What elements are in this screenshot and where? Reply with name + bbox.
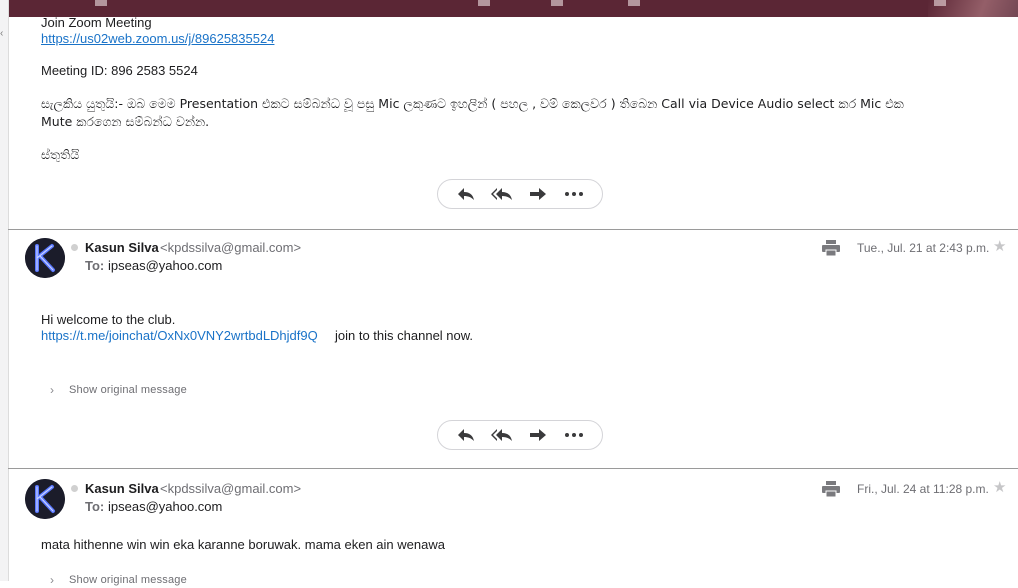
decorative-swoosh — [928, 0, 1018, 17]
more-icon — [565, 433, 583, 437]
show-original-message-link[interactable]: Show original message — [69, 384, 187, 396]
message-body-after-link: join to this channel now. — [335, 328, 474, 343]
more-button[interactable] — [560, 182, 588, 206]
message-date: Tue., Jul. 21 at 2:43 p.m. — [857, 241, 990, 255]
forward-icon — [530, 429, 546, 441]
toolbar-icon[interactable] — [478, 0, 490, 6]
message-divider — [8, 229, 1018, 230]
message-action-bar — [437, 420, 603, 450]
avatar-k-logo — [25, 479, 65, 519]
forward-icon — [530, 188, 546, 200]
reply-all-icon — [491, 429, 512, 441]
chevron-right-icon[interactable]: › — [50, 382, 54, 398]
sender-email[interactable]: <kpdssilva@gmail.com> — [160, 481, 301, 496]
thanks-text: ස්තුතියි — [41, 147, 80, 162]
notice-line-2: Mute කරගෙන සම්බන්ධ වන්න. — [41, 114, 210, 129]
join-zoom-text: Join Zoom Meeting — [41, 15, 152, 30]
chevron-left-icon[interactable]: ‹ — [0, 28, 3, 39]
left-pane-edge: ‹ — [0, 0, 9, 581]
reply-button[interactable] — [452, 182, 480, 206]
print-icon[interactable] — [822, 481, 840, 502]
toolbar-icon[interactable] — [551, 0, 563, 6]
chevron-right-icon[interactable]: › — [50, 572, 54, 588]
reply-all-button[interactable] — [488, 423, 516, 447]
to-label: To: — [85, 258, 105, 273]
show-original-message-link[interactable]: Show original message — [69, 574, 187, 586]
reply-icon — [458, 188, 474, 200]
toolbar-icon[interactable] — [95, 0, 107, 6]
message-body-line: mata hithenne win win eka karanne boruwa… — [41, 537, 445, 552]
reply-icon — [458, 429, 474, 441]
forward-button[interactable] — [524, 423, 552, 447]
status-dot — [71, 485, 78, 492]
avatar-k-logo — [25, 238, 65, 278]
message-body-line: Hi welcome to the club. — [41, 312, 176, 327]
top-toolbar — [0, 0, 1018, 17]
toolbar-icon[interactable] — [628, 0, 640, 6]
message-action-bar — [437, 179, 603, 209]
sender-name[interactable]: Kasun Silva — [85, 481, 159, 496]
to-label: To: — [85, 499, 105, 514]
reply-all-icon — [491, 188, 512, 200]
avatar — [25, 479, 65, 519]
more-icon — [565, 192, 583, 196]
forward-button[interactable] — [524, 182, 552, 206]
to-recipient[interactable]: ipseas@yahoo.com — [108, 499, 222, 514]
sender-name[interactable]: Kasun Silva — [85, 240, 159, 255]
star-icon[interactable]: ★ — [993, 237, 1006, 255]
print-icon[interactable] — [822, 240, 840, 261]
reply-button[interactable] — [452, 423, 480, 447]
avatar — [25, 238, 65, 278]
message-date: Fri., Jul. 24 at 11:28 p.m. — [857, 482, 989, 496]
meeting-id-text: Meeting ID: 896 2583 5524 — [41, 63, 198, 78]
status-dot — [71, 244, 78, 251]
to-recipient[interactable]: ipseas@yahoo.com — [108, 258, 222, 273]
zoom-link[interactable]: https://us02web.zoom.us/j/89625835524 — [41, 31, 274, 47]
telegram-link[interactable]: https://t.me/joinchat/OxNx0VNY2wrtbdLDhj… — [41, 328, 318, 344]
notice-line-1: සැලකිය යුතුයි:- ඔබ මෙම Presentation එකට … — [41, 96, 904, 111]
message-divider — [8, 468, 1018, 469]
reply-all-button[interactable] — [488, 182, 516, 206]
star-icon[interactable]: ★ — [993, 478, 1006, 496]
more-button[interactable] — [560, 423, 588, 447]
sender-email[interactable]: <kpdssilva@gmail.com> — [160, 240, 301, 255]
